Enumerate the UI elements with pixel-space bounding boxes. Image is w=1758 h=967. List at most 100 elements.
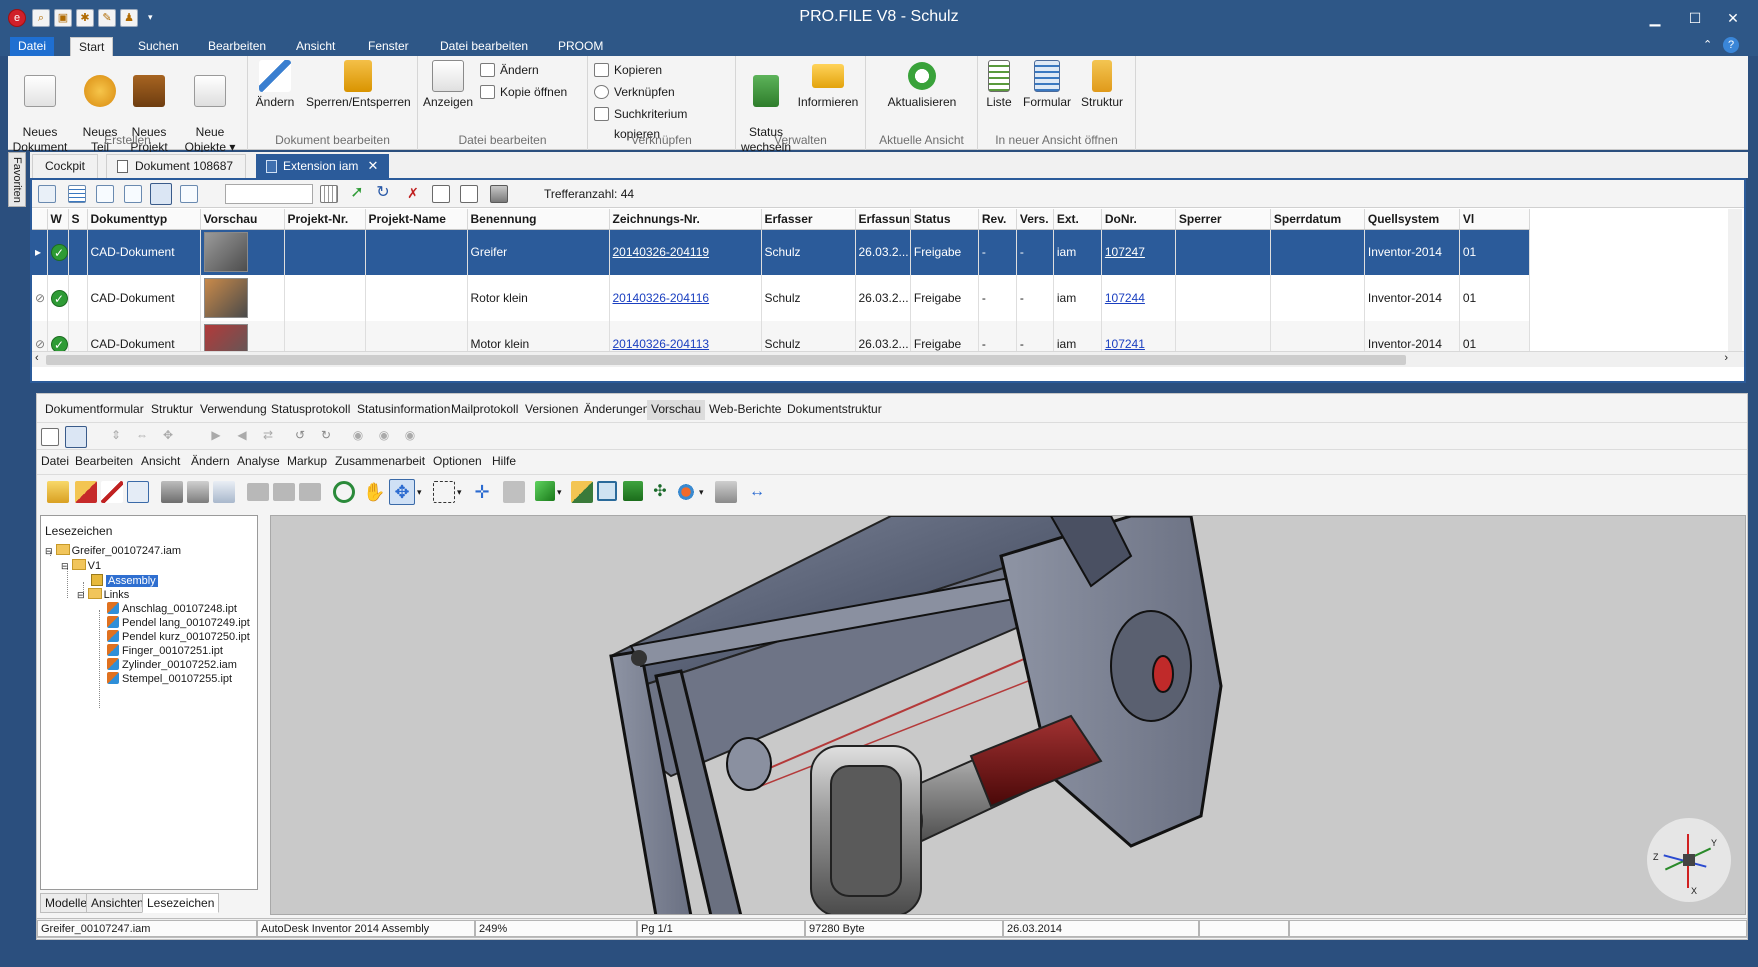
- zeichnungs-nr-link[interactable]: 20140326-204119: [613, 245, 710, 259]
- column-header-ext[interactable]: Ext.: [1053, 209, 1102, 230]
- column-header-projekt-name[interactable]: Projekt-Name: [365, 209, 468, 230]
- maximize-button[interactable]: ☐: [1680, 8, 1710, 28]
- paint-brush-icon[interactable]: [571, 481, 593, 503]
- tab-proom[interactable]: PROOM: [550, 37, 611, 57]
- tab-vorschau[interactable]: Vorschau: [647, 400, 706, 420]
- table-settings-icon[interactable]: [320, 185, 338, 203]
- fit-view-icon[interactable]: ✛: [471, 481, 493, 503]
- swap-icon[interactable]: ⇄: [259, 428, 277, 446]
- measure-icon[interactable]: [503, 481, 525, 503]
- informieren-button[interactable]: Informieren: [796, 60, 860, 110]
- rotate-dropdown-icon[interactable]: ▾: [417, 487, 427, 497]
- details-icon[interactable]: [460, 185, 478, 203]
- move-up-icon[interactable]: ⇕: [107, 428, 125, 446]
- donr-link[interactable]: 107241: [1105, 337, 1145, 351]
- tree-tab-lesezeichen[interactable]: Lesezeichen: [142, 893, 220, 913]
- column-header-vers[interactable]: Vers.: [1016, 209, 1054, 230]
- scroll-left-icon[interactable]: ‹: [35, 352, 39, 364]
- tab-extension-iam[interactable]: Extension iam ✕: [256, 154, 390, 178]
- tree-tab-modelle[interactable]: Modelle: [40, 893, 93, 913]
- donr-link[interactable]: 107247: [1105, 245, 1145, 259]
- tree-node-part[interactable]: Zylinder_00107252.iam: [107, 658, 237, 673]
- rotate-left-icon[interactable]: ↺: [291, 428, 309, 446]
- viewer-menu-optionen[interactable]: Optionen: [433, 454, 482, 468]
- move-horizontal-icon[interactable]: ⇔: [133, 428, 151, 446]
- column-header-erfasser[interactable]: Erfasser: [761, 209, 856, 230]
- grid-filter-input[interactable]: [225, 184, 313, 204]
- scroll-right-icon[interactable]: ›: [1724, 352, 1728, 364]
- horizontal-scrollbar[interactable]: ‹ ›: [32, 351, 1744, 367]
- print-preview-icon[interactable]: [213, 481, 235, 503]
- anzeigen-button[interactable]: Anzeigen: [422, 60, 474, 110]
- column-header-dokumenttyp[interactable]: Dokumenttyp: [87, 209, 201, 230]
- zeichnungs-nr-link[interactable]: 20140326-204113: [613, 337, 710, 351]
- tab-suchen[interactable]: Suchen: [130, 37, 187, 57]
- column-header-indicator[interactable]: [32, 209, 48, 230]
- tab-ansicht[interactable]: Ansicht: [288, 37, 343, 57]
- verknuepfen-button[interactable]: Verknüpfen: [592, 82, 675, 102]
- tree-node-assembly[interactable]: Assembly: [91, 574, 158, 589]
- preview-thumbnail[interactable]: [203, 232, 248, 273]
- tab-versionen[interactable]: Versionen: [521, 400, 582, 420]
- table-row[interactable]: ⊘ ✓ CAD-Dokument Rotor klein 20140326-20…: [32, 275, 1530, 321]
- viewer-menu-analyse[interactable]: Analyse: [237, 454, 280, 468]
- components-dropdown-icon[interactable]: ▾: [699, 487, 709, 497]
- kopieren-button[interactable]: Kopieren: [592, 60, 662, 80]
- datei-aendern-button[interactable]: Ändern: [478, 60, 539, 80]
- eye-icon[interactable]: ◉: [349, 428, 367, 446]
- column-header-quellsystem[interactable]: Quellsystem: [1364, 209, 1460, 230]
- red-pen-icon[interactable]: [101, 481, 123, 503]
- column-header-status[interactable]: Status: [910, 209, 979, 230]
- tree-node-part[interactable]: Anschlag_00107248.ipt: [107, 602, 237, 617]
- columns-icon[interactable]: [180, 185, 198, 203]
- page-prev-icon[interactable]: [273, 483, 295, 501]
- viewer-menu-datei[interactable]: Datei: [41, 454, 69, 468]
- column-header-erfassung[interactable]: Erfassun: [855, 209, 911, 230]
- expand-list-icon[interactable]: [124, 185, 142, 203]
- tree-list-icon[interactable]: [96, 185, 114, 203]
- tab-mailprotokoll[interactable]: Mailprotokoll: [447, 400, 522, 420]
- liste-button[interactable]: Liste: [982, 60, 1016, 110]
- favoriten-sidebar[interactable]: Favoriten: [8, 152, 26, 207]
- scrollbar-thumb[interactable]: [46, 355, 1406, 365]
- structure-icon[interactable]: [127, 481, 149, 503]
- 3d-viewport[interactable]: Z Y X: [270, 515, 1746, 915]
- tab-datei[interactable]: Datei: [10, 37, 55, 57]
- components-icon[interactable]: [675, 481, 697, 503]
- tree-tab-ansichten[interactable]: Ansichten: [86, 893, 149, 913]
- view-triad[interactable]: Z Y X: [1647, 818, 1731, 902]
- vertical-scrollbar[interactable]: [1728, 209, 1742, 351]
- struktur-button[interactable]: Struktur: [1078, 60, 1126, 110]
- back-icon[interactable]: ◀: [233, 428, 251, 446]
- tab-dokumentstruktur[interactable]: Dokumentstruktur: [783, 400, 886, 420]
- tab-statusinformation[interactable]: Statusinformation: [353, 400, 454, 420]
- print-icon[interactable]: [490, 185, 508, 203]
- pan-hand-icon[interactable]: ✋: [363, 481, 385, 503]
- column-header-rev[interactable]: Rev.: [978, 209, 1017, 230]
- tab-aenderungen[interactable]: Änderungen: [580, 400, 653, 420]
- refresh-icon[interactable]: ↻: [374, 185, 392, 203]
- tab-close-icon[interactable]: ✕: [367, 155, 378, 177]
- minimize-button[interactable]: ▁: [1640, 8, 1670, 28]
- tab-dokumentformular[interactable]: Dokumentformular: [41, 400, 148, 420]
- viewer-menu-markup[interactable]: Markup: [287, 454, 327, 468]
- tab-web-berichte[interactable]: Web-Berichte: [705, 400, 785, 420]
- column-header-w[interactable]: W: [47, 209, 69, 230]
- tree-node-part[interactable]: Stempel_00107255.ipt: [107, 672, 232, 687]
- column-header-s[interactable]: S: [68, 209, 88, 230]
- tab-dokument[interactable]: Dokument 108687: [106, 154, 247, 178]
- section-icon[interactable]: [623, 481, 643, 501]
- rotate-3d-icon[interactable]: ✥: [389, 479, 415, 505]
- preview-active-icon[interactable]: [65, 426, 87, 448]
- compare-icon[interactable]: [715, 481, 737, 503]
- column-header-donr[interactable]: DoNr.: [1101, 209, 1176, 230]
- tab-bearbeiten[interactable]: Bearbeiten: [200, 37, 274, 57]
- tab-fenster[interactable]: Fenster: [360, 37, 417, 57]
- tab-start[interactable]: Start: [70, 37, 114, 57]
- viewer-menu-ansicht[interactable]: Ansicht: [141, 454, 180, 468]
- close-button[interactable]: ✕: [1718, 8, 1748, 28]
- dimension-icon[interactable]: ↔: [745, 481, 769, 503]
- eye-add-icon[interactable]: ◉: [375, 428, 393, 446]
- clear-filter-icon[interactable]: ✗: [404, 185, 422, 203]
- viewer-menu-hilfe[interactable]: Hilfe: [492, 454, 516, 468]
